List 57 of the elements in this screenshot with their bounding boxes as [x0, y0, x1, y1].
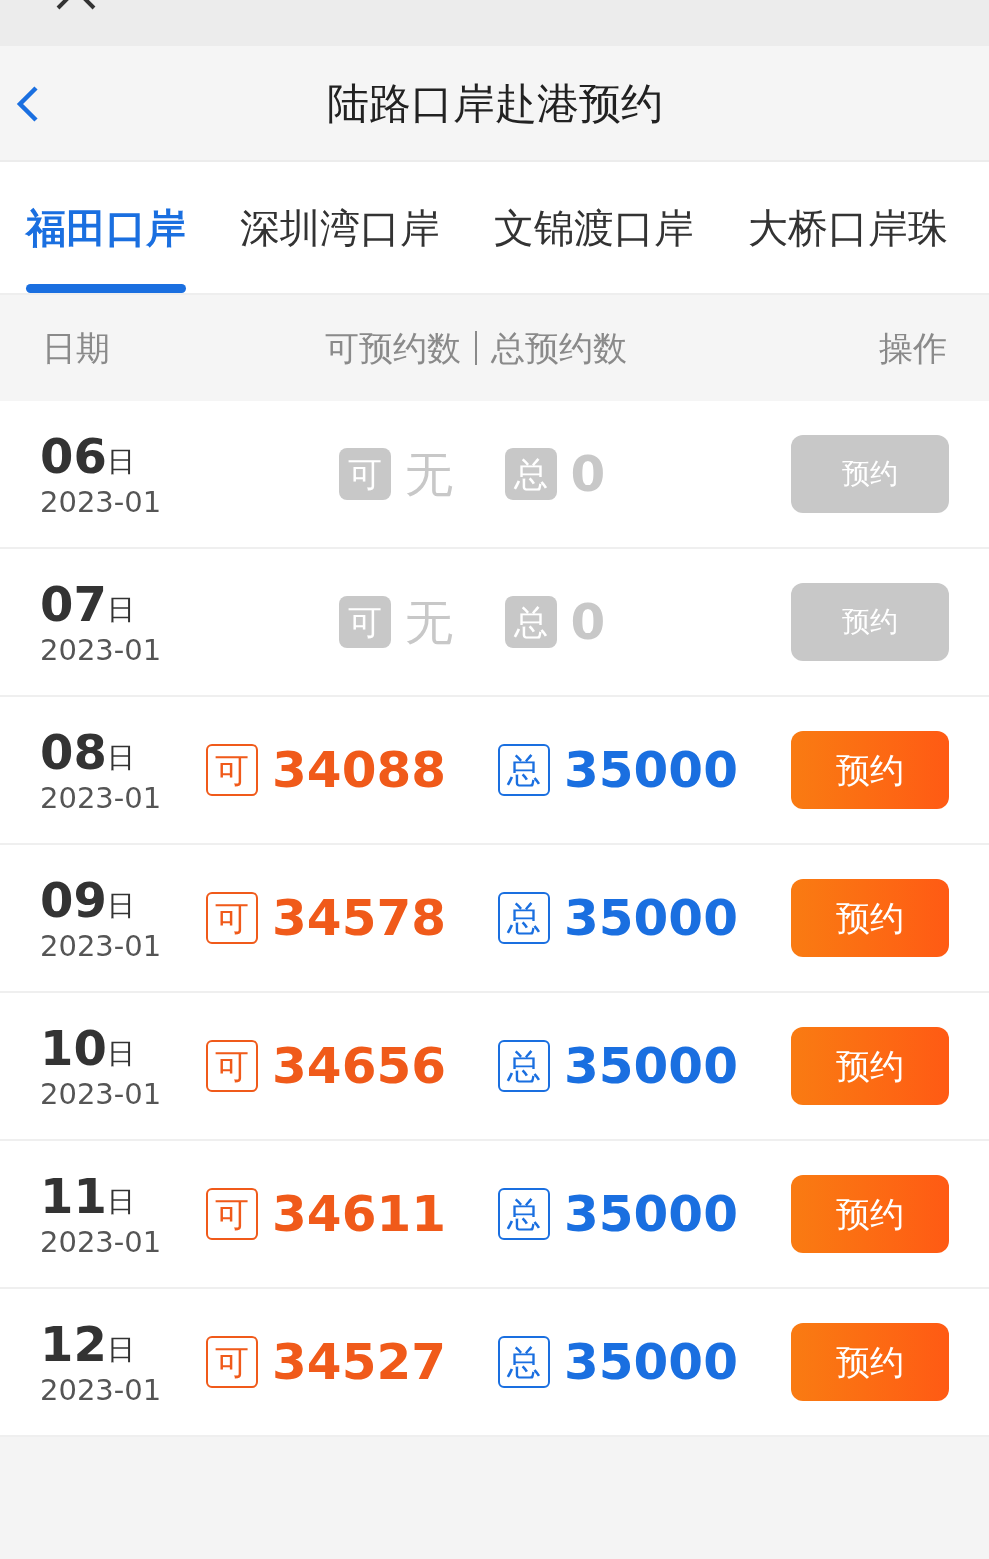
day-number: 06 [40, 431, 107, 480]
column-header: 可预约数 [325, 326, 461, 370]
total-tag: 总 [498, 892, 550, 944]
reserve-button[interactable]: 预约 [791, 1027, 949, 1105]
tab[interactable]: 文锦渡口岸 [494, 162, 694, 293]
month-label: 2023-01 [40, 635, 163, 665]
day-unit: 日 [106, 595, 135, 624]
total-count: 35000 [564, 739, 738, 801]
total-tag: 总 [498, 1336, 550, 1388]
tab[interactable]: 大桥口岸珠 [748, 162, 948, 293]
tab[interactable]: 深圳湾口岸 [240, 162, 440, 293]
total-count: 35000 [564, 1035, 738, 1097]
day-unit: 日 [106, 447, 135, 476]
close-icon[interactable] [56, 0, 96, 10]
available-tag: 可 [206, 744, 259, 796]
column-header: 总预约数 [491, 326, 627, 370]
available-count: 34611 [272, 1183, 446, 1245]
day-unit: 日 [106, 1039, 135, 1068]
day-number: 08 [40, 727, 107, 776]
day-number: 11 [40, 1171, 107, 1220]
available-tag: 可 [206, 1188, 259, 1240]
total-tag: 总 [498, 1040, 550, 1092]
column-header: 日期 [42, 326, 111, 370]
total-count: 35000 [564, 1183, 738, 1245]
reserve-button[interactable]: 预约 [791, 1175, 949, 1253]
reserve-button[interactable]: 预约 [791, 1323, 949, 1401]
month-label: 2023-01 [40, 783, 163, 813]
month-label: 2023-01 [40, 1079, 163, 1109]
day-unit: 日 [106, 743, 135, 772]
available-count: 34656 [272, 1035, 446, 1097]
available-count: 34088 [272, 739, 446, 801]
month-label: 2023-01 [40, 1375, 163, 1405]
page-title: 陆路口岸赴港预约 [326, 77, 663, 130]
available-tag: 可 [206, 1336, 259, 1388]
day-number: 10 [40, 1023, 107, 1072]
tab[interactable]: 福田口岸 [26, 162, 186, 293]
day-unit: 日 [106, 891, 135, 920]
reserve-button[interactable]: 预约 [791, 879, 949, 957]
month-label: 2023-01 [40, 487, 163, 517]
available-tag: 可 [206, 892, 259, 944]
available-count: 34527 [272, 1331, 446, 1393]
day-unit: 日 [106, 1335, 135, 1364]
month-label: 2023-01 [40, 931, 163, 961]
total-tag: 总 [498, 1188, 550, 1240]
day-number: 12 [40, 1319, 107, 1368]
reserve-button[interactable]: 预约 [791, 731, 949, 809]
back-icon [16, 85, 40, 123]
total-tag: 总 [498, 744, 550, 796]
total-count: 35000 [564, 887, 738, 949]
total-count: 35000 [564, 1331, 738, 1393]
day-number: 09 [40, 875, 107, 924]
month-label: 2023-01 [40, 1227, 163, 1257]
column-header: 操作 [879, 326, 947, 370]
day-unit: 日 [106, 1187, 135, 1216]
available-count: 34578 [272, 887, 446, 949]
available-tag: 可 [206, 1040, 259, 1092]
day-number: 07 [40, 579, 107, 628]
